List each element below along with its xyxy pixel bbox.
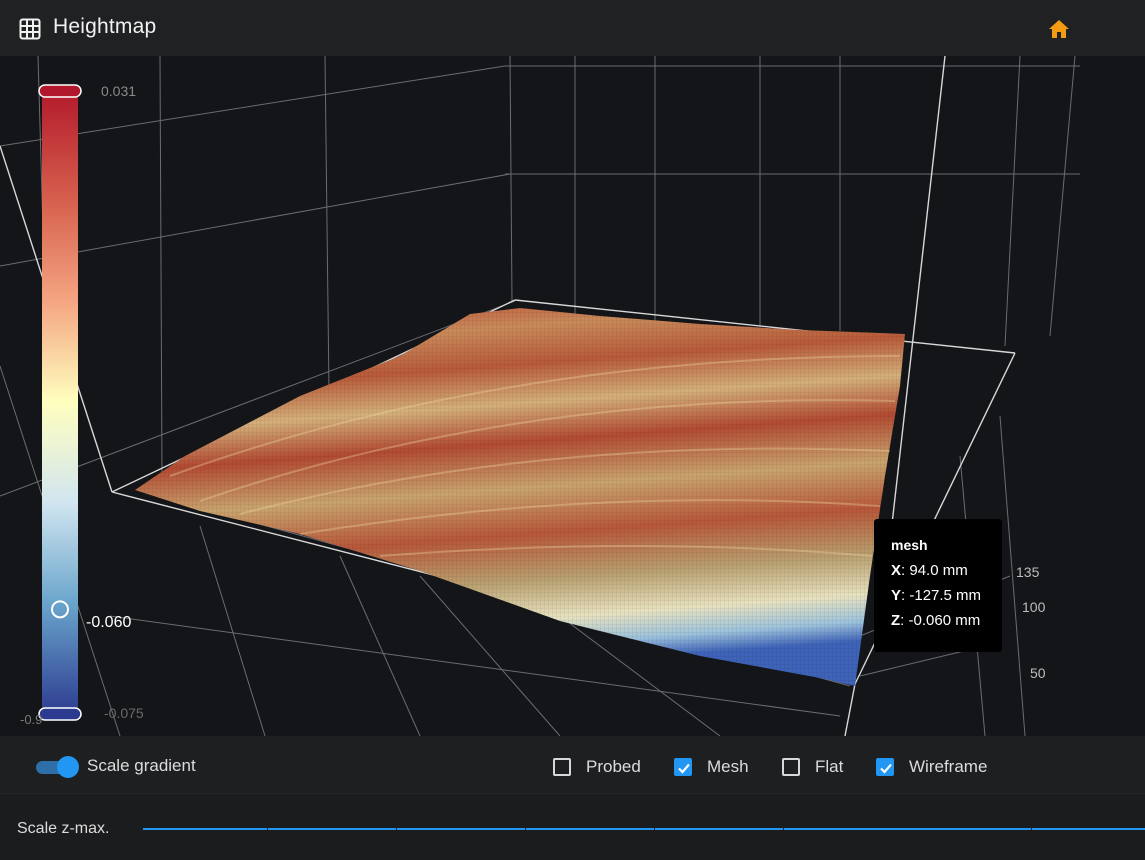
- page-title: Heightmap: [53, 15, 157, 38]
- axis-tick-label: 135: [1016, 564, 1040, 580]
- scale-gradient-switch[interactable]: [36, 756, 80, 778]
- grid-icon: [19, 18, 41, 40]
- scale-zmax-slider[interactable]: [143, 828, 1145, 830]
- card-header: Heightmap: [0, 0, 1145, 56]
- checkbox-box[interactable]: [782, 758, 800, 776]
- home-icon[interactable]: [1047, 17, 1071, 41]
- mesh-checkbox[interactable]: Mesh: [674, 756, 749, 778]
- probed-label: Probed: [586, 757, 641, 776]
- heightmap-controls: Scale gradient Probed Mesh Flat Wirefram…: [0, 736, 1145, 793]
- colorbar-max-handle[interactable]: [38, 84, 82, 98]
- colorbar-min-handle[interactable]: [38, 707, 82, 721]
- checkbox-box[interactable]: [553, 758, 571, 776]
- mesh-surface[interactable]: [135, 308, 905, 686]
- wireframe-checkbox[interactable]: Wireframe: [876, 756, 987, 778]
- colorbar-max-label: 0.031: [101, 83, 137, 99]
- tooltip-x: X: 94.0 mm: [891, 562, 968, 579]
- colorbar-edge-label: -0.9: [20, 712, 43, 727]
- flat-label: Flat: [815, 757, 844, 776]
- colorbar-value-label: -0.060: [86, 614, 132, 631]
- scale-zmax-label: Scale z-max.: [17, 820, 110, 837]
- checkbox-box[interactable]: [674, 758, 692, 776]
- scale-gradient-label: Scale gradient: [87, 756, 196, 775]
- tooltip-y: Y: -127.5 mm: [891, 587, 982, 604]
- check-icon: [678, 763, 690, 774]
- tooltip-title: mesh: [891, 537, 928, 553]
- colorbar[interactable]: [38, 84, 82, 721]
- axis-tick-label: 50: [1030, 665, 1046, 681]
- hover-tooltip: mesh X: 94.0 mm Y: -127.5 mm Z: -0.060 m…: [874, 519, 1002, 652]
- axis-tick-label: 100: [1022, 599, 1046, 615]
- probed-checkbox[interactable]: Probed: [553, 756, 641, 778]
- mesh-label: Mesh: [707, 757, 749, 776]
- tooltip-z: Z: -0.060 mm: [891, 612, 981, 629]
- heightmap-3d-viewport[interactable]: 0.031 -0.060 -0.075 -0.9 135 100 50 mesh…: [0, 56, 1145, 736]
- scale-zmax-row: Scale z-max.: [0, 793, 1145, 860]
- wireframe-label: Wireframe: [909, 757, 988, 776]
- checkbox-box[interactable]: [876, 758, 894, 776]
- flat-checkbox[interactable]: Flat: [782, 756, 843, 778]
- check-icon: [880, 763, 892, 774]
- colorbar-min-label: -0.075: [104, 705, 144, 721]
